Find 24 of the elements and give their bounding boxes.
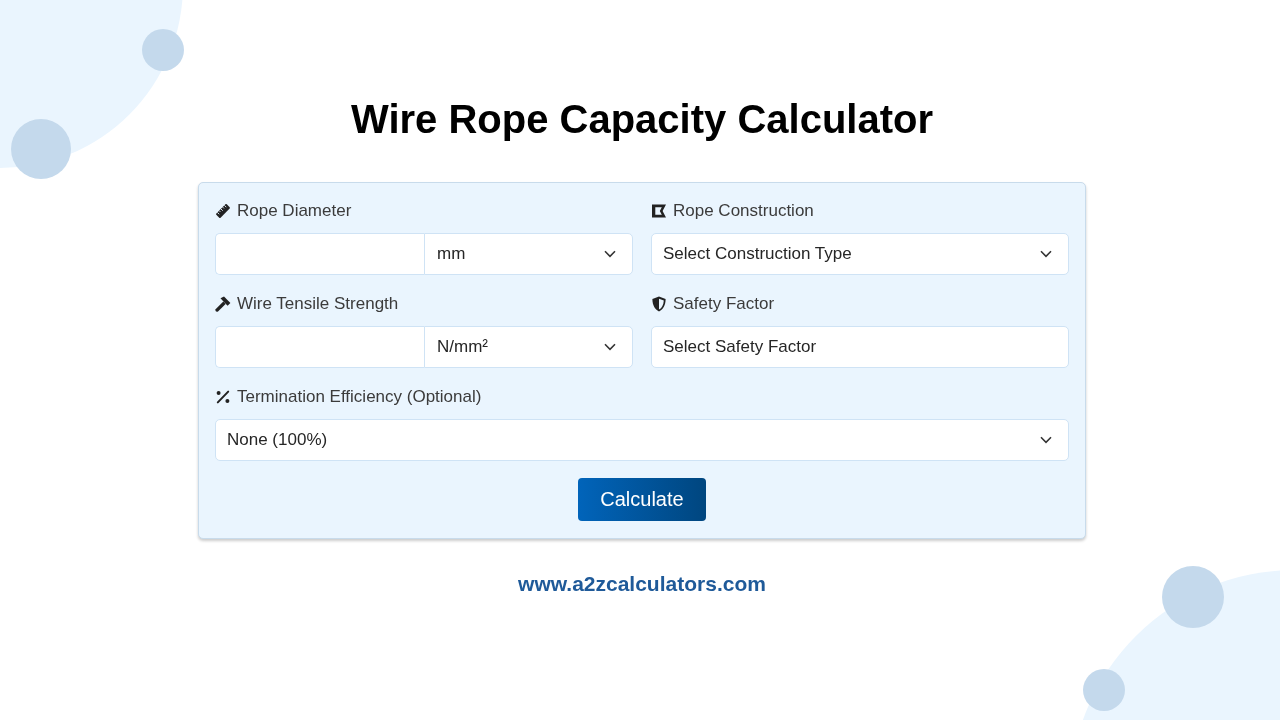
shield-icon: [651, 296, 667, 312]
hammer-icon: [215, 296, 231, 312]
dropdown[interactable]: Select Construction Type: [651, 233, 1069, 275]
unit-dropdown[interactable]: mm: [424, 233, 633, 275]
banner-icon: [651, 203, 667, 219]
page-title: Wire Rope Capacity Calculator: [351, 96, 933, 143]
chevron-down-icon: [604, 250, 616, 258]
field-label: Safety Factor: [673, 294, 775, 314]
field-label: Termination Efficiency (Optional): [237, 387, 482, 407]
unit-dropdown[interactable]: N/mm²: [424, 326, 633, 368]
percent-icon: [215, 389, 231, 405]
chevron-down-icon: [604, 343, 616, 351]
chevron-down-icon: [1040, 436, 1052, 444]
dropdown[interactable]: None (100%): [215, 419, 1069, 461]
calculate-button[interactable]: Calculate: [578, 478, 706, 521]
input-field[interactable]: [215, 233, 424, 275]
field-label: Rope Diameter: [237, 201, 352, 221]
field-label: Wire Tensile Strength: [237, 294, 399, 314]
text-field[interactable]: Select Safety Factor: [651, 326, 1069, 368]
website-url: www.a2zcalculators.com: [518, 571, 766, 597]
chevron-down-icon: [1040, 250, 1052, 258]
field-label: Rope Construction: [673, 201, 814, 221]
input-field[interactable]: [215, 326, 424, 368]
ruler-icon: [215, 203, 231, 219]
